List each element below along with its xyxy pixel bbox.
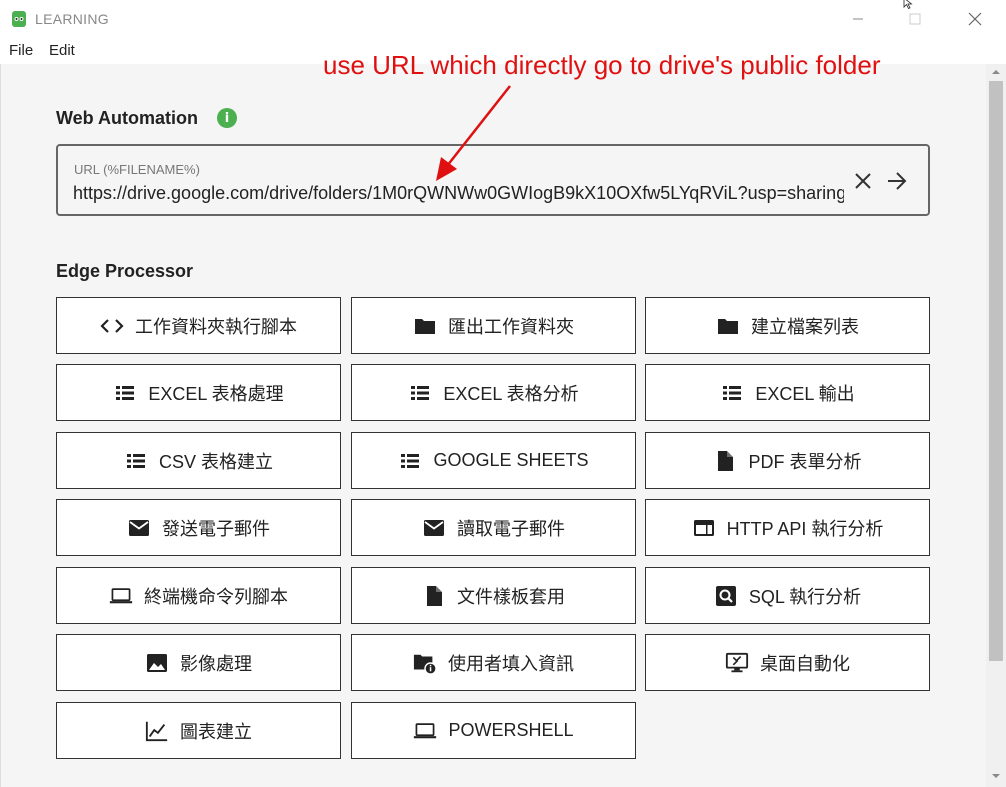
edge-processor-button-label: EXCEL 表格處理 bbox=[148, 383, 284, 404]
edge-processor-button-label: 發送電子郵件 bbox=[162, 518, 270, 539]
scroll-up-icon[interactable] bbox=[991, 68, 1001, 76]
edge-processor-button-label: 工作資料夾執行腳本 bbox=[135, 316, 297, 337]
edge-processor-button-label: HTTP API 執行分析 bbox=[726, 518, 884, 539]
chart-line-icon bbox=[145, 719, 169, 743]
web-icon bbox=[692, 516, 716, 540]
edge-processor-button-label: 文件樣板套用 bbox=[457, 586, 565, 607]
code-icon bbox=[100, 314, 124, 338]
window-title: LEARNING bbox=[35, 11, 109, 27]
edge-processor-button[interactable]: 圖表建立 bbox=[56, 702, 341, 759]
edge-processor-button[interactable]: 文件樣板套用 bbox=[351, 567, 636, 624]
scrollbar-thumb[interactable] bbox=[989, 81, 1003, 661]
edge-processor-button[interactable]: EXCEL 表格分析 bbox=[351, 364, 636, 421]
search-box-icon bbox=[714, 584, 738, 608]
edge-processor-button[interactable]: EXCEL 輸出 bbox=[645, 364, 930, 421]
info-icon[interactable]: i bbox=[217, 108, 237, 128]
mail-icon bbox=[127, 516, 151, 540]
edge-processor-button[interactable]: GOOGLE SHEETS bbox=[351, 432, 636, 489]
list-icon bbox=[720, 381, 744, 405]
edge-processor-button-label: 圖表建立 bbox=[180, 721, 252, 742]
folder-icon bbox=[413, 314, 437, 338]
edge-processor-button-label: 建立檔案列表 bbox=[751, 316, 859, 337]
menu-file[interactable]: File bbox=[9, 42, 33, 59]
scroll-down-icon[interactable] bbox=[991, 772, 1001, 780]
url-input[interactable]: https://drive.google.com/drive/folders/1… bbox=[73, 183, 844, 204]
edge-processor-button[interactable]: POWERSHELL bbox=[351, 702, 636, 759]
app-logo-icon bbox=[12, 11, 26, 27]
edge-processor-button[interactable]: 終端機命令列腳本 bbox=[56, 567, 341, 624]
edge-processor-button-label: 桌面自動化 bbox=[760, 653, 850, 674]
edge-processor-button-label: 影像處理 bbox=[180, 653, 252, 674]
laptop-icon bbox=[109, 584, 133, 608]
edge-processor-button-label: 使用者填入資訊 bbox=[448, 653, 574, 674]
list-icon bbox=[408, 381, 432, 405]
edge-processor-button[interactable]: 發送電子郵件 bbox=[56, 499, 341, 556]
edge-processor-button[interactable]: CSV 表格建立 bbox=[56, 432, 341, 489]
mouse-cursor-icon bbox=[903, 0, 913, 10]
go-url-button[interactable] bbox=[884, 168, 910, 194]
edge-processor-button-label: POWERSHELL bbox=[448, 720, 574, 740]
edge-processor-button-label: GOOGLE SHEETS bbox=[433, 450, 589, 470]
edge-processor-button[interactable]: HTTP API 執行分析 bbox=[645, 499, 930, 556]
vertical-scrollbar[interactable] bbox=[986, 64, 1006, 787]
edge-processor-button-label: PDF 表單分析 bbox=[748, 451, 862, 472]
minimize-button[interactable] bbox=[835, 0, 881, 38]
edge-processor-button-label: SQL 執行分析 bbox=[748, 586, 862, 607]
minimize-icon bbox=[853, 18, 863, 20]
annotation-text: use URL which directly go to drive's pub… bbox=[323, 50, 881, 80]
edge-processor-button[interactable]: 匯出工作資料夾 bbox=[351, 297, 636, 354]
laptop-icon bbox=[413, 719, 437, 743]
edge-processor-button-label: 讀取電子郵件 bbox=[457, 518, 565, 539]
list-icon bbox=[124, 449, 148, 473]
clear-icon bbox=[855, 173, 871, 189]
edge-processor-title: Edge Processor bbox=[56, 261, 194, 281]
list-icon bbox=[398, 449, 422, 473]
edge-processor-button[interactable]: 工作資料夾執行腳本 bbox=[56, 297, 341, 354]
edge-processor-button[interactable]: SQL 執行分析 bbox=[645, 567, 930, 624]
arrow-right-icon bbox=[888, 172, 907, 190]
url-field-label: URL (%FILENAME%) bbox=[74, 162, 200, 177]
close-icon bbox=[968, 12, 982, 26]
desktop-remote-icon bbox=[725, 651, 749, 675]
edge-processor-button-label: CSV 表格建立 bbox=[158, 451, 273, 472]
edge-processor-button[interactable]: 影像處理 bbox=[56, 634, 341, 691]
edge-processor-button-label: EXCEL 表格分析 bbox=[443, 383, 579, 404]
edge-processor-button-label: 匯出工作資料夾 bbox=[448, 316, 574, 337]
edge-processor-button[interactable]: PDF 表單分析 bbox=[645, 432, 930, 489]
folder-info-icon bbox=[413, 651, 437, 675]
file-icon bbox=[422, 584, 446, 608]
file-icon bbox=[713, 449, 737, 473]
list-icon bbox=[113, 381, 137, 405]
edge-processor-button[interactable]: 建立檔案列表 bbox=[645, 297, 930, 354]
maximize-icon bbox=[909, 13, 921, 25]
clear-url-button[interactable] bbox=[850, 168, 876, 194]
menu-edit[interactable]: Edit bbox=[49, 42, 75, 59]
url-field[interactable]: URL (%FILENAME%) https://drive.google.co… bbox=[56, 144, 930, 216]
edge-processor-button[interactable]: 桌面自動化 bbox=[645, 634, 930, 691]
mail-icon bbox=[422, 516, 446, 540]
folder-icon bbox=[716, 314, 740, 338]
close-window-button[interactable] bbox=[952, 0, 998, 38]
edge-processor-button[interactable]: 使用者填入資訊 bbox=[351, 634, 636, 691]
edge-processor-button[interactable]: 讀取電子郵件 bbox=[351, 499, 636, 556]
image-icon bbox=[145, 651, 169, 675]
edge-processor-button-label: EXCEL 輸出 bbox=[755, 383, 855, 404]
edge-processor-button[interactable]: EXCEL 表格處理 bbox=[56, 364, 341, 421]
title-bar: LEARNING bbox=[0, 0, 1006, 38]
edge-processor-button-label: 終端機命令列腳本 bbox=[144, 586, 288, 607]
web-automation-title: Web Automation bbox=[56, 108, 198, 128]
